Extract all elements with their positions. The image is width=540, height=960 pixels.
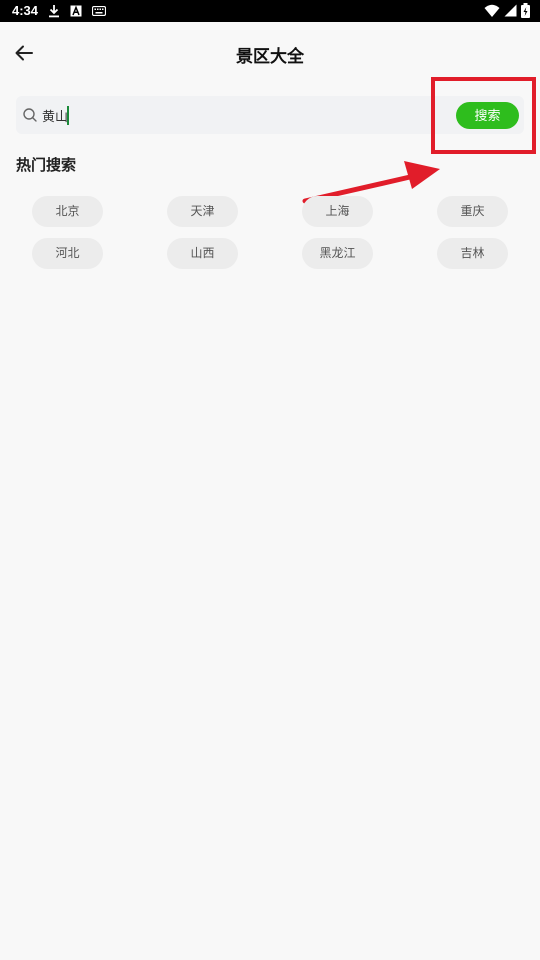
download-icon — [49, 5, 59, 18]
battery-charging-icon — [521, 3, 530, 18]
keyboard-icon — [92, 6, 106, 16]
hot-tag-hebei[interactable]: 河北 — [32, 238, 103, 269]
annotation-highlight-box — [431, 77, 536, 154]
search-input[interactable] — [42, 96, 422, 134]
hot-tag-chongqing[interactable]: 重庆 — [437, 196, 508, 227]
status-bar: 4:34 — [0, 0, 540, 22]
hot-search-title: 热门搜索 — [16, 156, 77, 174]
wifi-icon — [484, 4, 500, 17]
hot-tag-jilin[interactable]: 吉林 — [437, 238, 508, 269]
hot-tag-heilongjiang[interactable]: 黑龙江 — [302, 238, 373, 269]
app-bar: 景区大全 — [0, 22, 540, 84]
text-a-icon — [70, 5, 82, 17]
hot-tag-shanxi[interactable]: 山西 — [167, 238, 238, 269]
hot-tag-shanghai[interactable]: 上海 — [302, 196, 373, 227]
status-time: 4:34 — [12, 3, 39, 18]
hot-tag-beijing[interactable]: 北京 — [32, 196, 103, 227]
search-icon — [23, 108, 37, 122]
page-title: 景区大全 — [236, 47, 304, 67]
hot-tag-tianjin[interactable]: 天津 — [167, 196, 238, 227]
status-icons-right — [484, 3, 530, 18]
status-icons-left — [48, 4, 106, 18]
text-cursor — [67, 106, 69, 125]
signal-icon — [504, 4, 517, 17]
